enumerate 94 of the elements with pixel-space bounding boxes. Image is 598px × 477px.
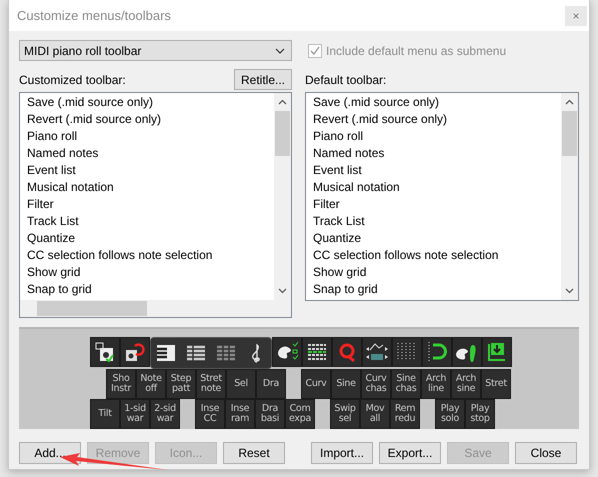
toolbar-button[interactable]: Sine chas [391,369,421,399]
clef-icon [250,343,262,363]
toolbar-button[interactable]: Tilt [90,399,120,429]
list-item[interactable]: CC selection follows note selection [27,247,274,264]
scrollbar-thumb[interactable] [562,111,577,156]
list-icon [186,344,206,362]
toolbar-button[interactable]: 1-sid war [120,399,150,429]
list-item[interactable]: Show grid [313,264,561,281]
q-letter-icon [338,342,356,362]
toolbar-button[interactable]: Sine [331,369,361,399]
toolbar-button[interactable] [362,337,392,367]
checkbox-label: Include default menu as submenu [326,44,506,58]
toolbar-button[interactable] [302,337,332,367]
toolbar-button[interactable] [120,337,150,367]
toolbar-button[interactable]: Dra basi [255,399,285,429]
list-item[interactable]: Revert (.mid source only) [313,111,561,128]
toolbar-dropdown[interactable]: MIDI piano roll toolbar [19,40,292,61]
toolbar-button[interactable]: Rem redu [390,399,420,429]
list-item[interactable]: Event list [27,162,274,179]
toolbar-button[interactable]: Mov all [360,399,390,429]
list-item[interactable]: CC selection follows note selection [313,247,561,264]
list-item[interactable]: Musical notation [313,179,561,196]
toolbar-button[interactable] [422,337,452,367]
list-item[interactable]: Quantize [27,230,274,247]
disk-icon [94,341,116,363]
list-item[interactable]: Snap to grid [27,281,274,298]
close-button[interactable]: × [565,6,587,26]
list-item[interactable]: Filter [313,196,561,213]
list-item[interactable]: Musical notation [27,179,274,196]
chevron-down-icon[interactable] [565,288,574,294]
chevron-down-icon [275,48,285,54]
scrollbar-thumb[interactable] [275,111,290,156]
toolbar-button[interactable]: Stret [481,369,511,399]
toolbar-button[interactable]: Inse ram [225,399,255,429]
list-item[interactable]: Named notes [313,145,561,162]
scrollbar[interactable] [274,93,291,300]
dialog-button[interactable]: Add... [19,442,81,464]
toolbar-button[interactable] [272,337,302,367]
toolbar-button[interactable]: Com expa [285,399,315,429]
horizontal-scrollbar[interactable] [20,300,291,317]
dialog-button[interactable]: Import... [311,442,373,464]
list-item[interactable]: Piano roll [313,128,561,145]
grid-icon [216,344,236,362]
toolbar-button[interactable]: Arch sine [451,369,481,399]
list-item[interactable]: Track List [313,213,561,230]
toolbar-button[interactable]: Curv chas [361,369,391,399]
toolbar-button[interactable]: Stret note [196,369,226,399]
list-item[interactable]: Quantize [313,230,561,247]
chevron-up-icon[interactable] [278,99,287,105]
list-item[interactable]: Filter [27,196,274,213]
list-item[interactable]: Revert (.mid source only) [27,111,274,128]
chevron-down-icon[interactable] [278,288,287,294]
toolbar-button[interactable]: Curv [301,369,331,399]
scrollbar[interactable] [561,93,578,300]
list-item[interactable]: Named notes [27,145,274,162]
download-icon [486,341,508,363]
list-item[interactable]: Piano roll [27,128,274,145]
list-item[interactable]: Show grid [27,264,274,281]
toolbar-button[interactable]: Swip sel [330,399,360,429]
dialog-button[interactable]: Reset [223,442,285,464]
toolbar-button[interactable]: Play solo [435,399,465,429]
piano-icon [156,344,176,362]
magnet-icon [426,341,448,363]
list-item[interactable]: Save (.mid source only) [27,94,274,111]
toolbar-button[interactable]: Arch line [421,369,451,399]
list-icon [307,343,327,361]
toolbar-button[interactable]: Inse CC [195,399,225,429]
list-item[interactable]: Snap to grid [313,281,561,298]
toolbar-button[interactable]: Dra [256,369,286,399]
toolbar-button[interactable] [452,337,482,367]
list-box[interactable]: Save (.mid source only) Revert (.mid source only) Piano roll Named notes Event list Musical notation Filter Track List Quantize CC selection follows note selection Show grid Snap to grid [19,92,292,318]
envelope-icon [365,341,389,363]
toolbar-button[interactable]: Step patt [166,369,196,399]
list-item[interactable]: Track List [27,213,274,230]
chevron-up-icon[interactable] [565,99,574,105]
scrollbar-thumb[interactable] [37,301,147,316]
toolbar-button[interactable]: Play stop [465,399,495,429]
revert-icon [124,341,146,363]
dialog-button[interactable]: Export... [379,442,441,464]
toolbar-button[interactable]: Sel [226,369,256,399]
toolbar-button[interactable]: Note off [136,369,166,399]
window-title: Customize menus/toolbars [17,8,171,23]
toolbar-button[interactable]: 2-sid war [150,399,180,429]
toolbar-button[interactable] [482,337,512,367]
toolbar-button[interactable]: Sho Instr [106,369,136,399]
list-item[interactable]: Event list [313,162,561,179]
list-item[interactable]: Save (.mid source only) [313,94,561,111]
list-label: Default toolbar: [305,73,386,89]
toolbar-button[interactable] [392,337,422,367]
retitle-button[interactable]: Retitle... [234,69,292,90]
dialog-button[interactable]: Close [515,442,577,464]
list-label: Customized toolbar: [19,73,126,89]
toolbar-button[interactable] [90,337,120,367]
list-box[interactable]: Save (.mid source only) Revert (.mid source only) Piano roll Named notes Event list Musical notation Filter Track List Quantize CC selection follows note selection Show grid Snap to grid [305,92,579,301]
